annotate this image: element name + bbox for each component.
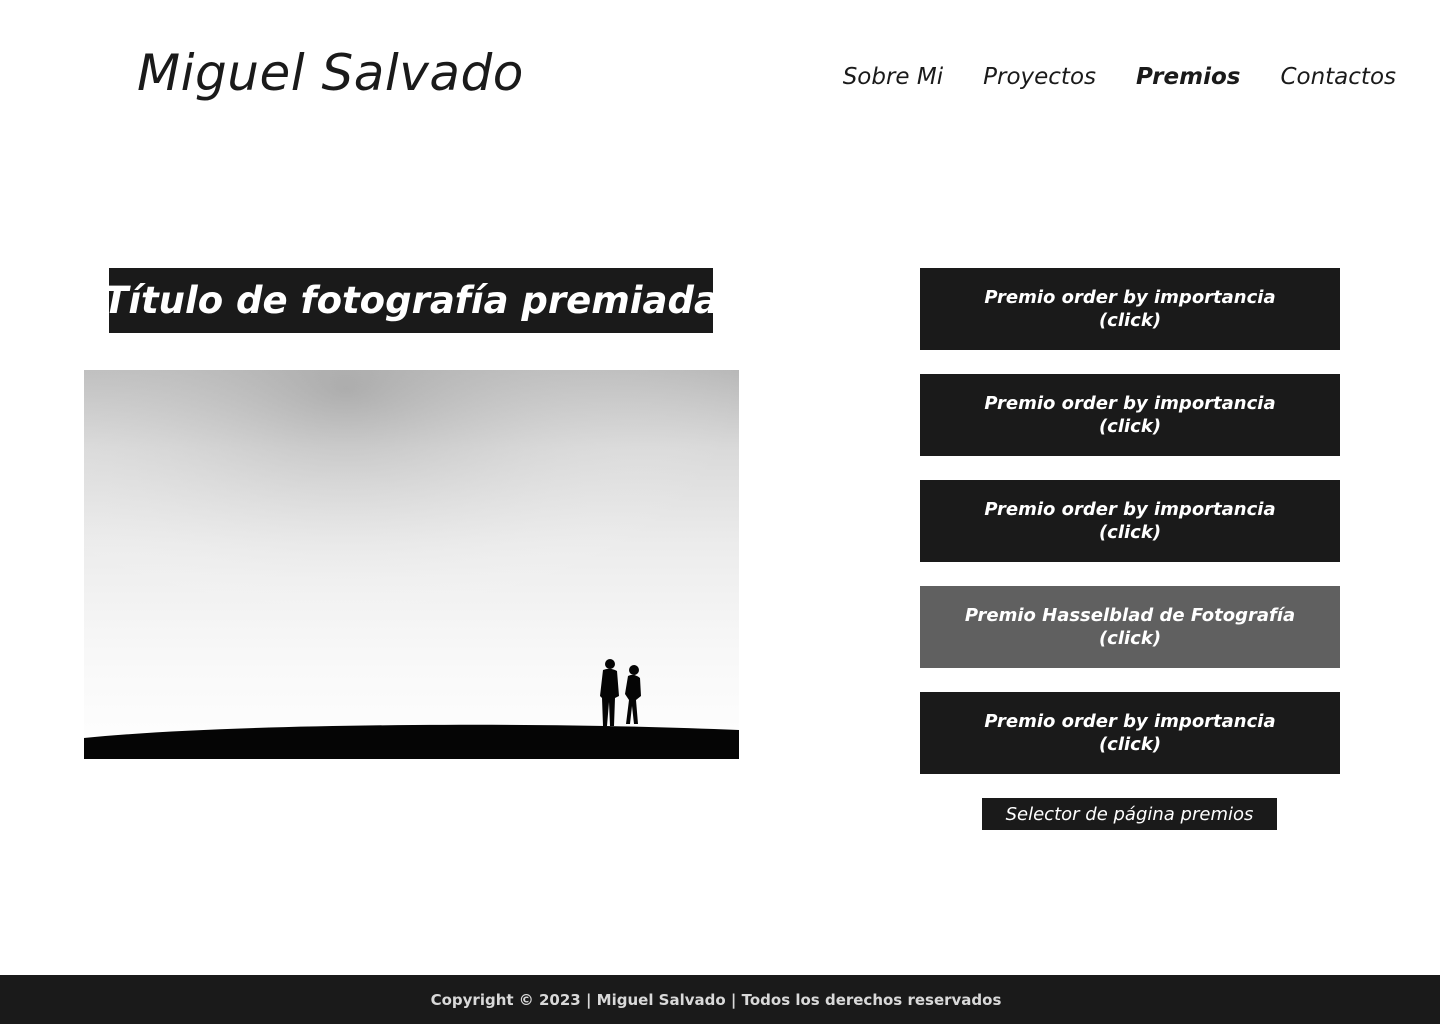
award-click-hint: (click) — [1098, 628, 1162, 649]
nav-link-contactos[interactable]: Contactos — [1280, 64, 1396, 90]
award-label: Premio order by importancia — [984, 499, 1276, 520]
awards-page-selector[interactable]: Selector de página premios — [982, 798, 1277, 830]
award-button-hasselblad[interactable]: Premio Hasselblad de Fotografía (click) — [920, 586, 1340, 668]
award-button[interactable]: Premio order by importancia (click) — [920, 374, 1340, 456]
award-button[interactable]: Premio order by importancia (click) — [920, 692, 1340, 774]
page: Miguel Salvado Sobre Mi Proyectos Premio… — [0, 0, 1440, 1024]
award-button[interactable]: Premio order by importancia (click) — [920, 268, 1340, 350]
nav-link-premios[interactable]: Premios — [1136, 64, 1240, 90]
award-click-hint: (click) — [1098, 416, 1162, 437]
award-label: Premio Hasselblad de Fotografía — [964, 605, 1296, 626]
photo-silhouette-scene — [84, 370, 739, 759]
awards-list: Premio order by importancia (click) Prem… — [920, 268, 1340, 774]
nav-link-sobre-mi[interactable]: Sobre Mi — [843, 64, 943, 90]
award-click-hint: (click) — [1098, 310, 1162, 331]
award-label: Premio order by importancia — [984, 287, 1276, 308]
awarded-photo — [84, 370, 739, 759]
copyright-text: Copyright © 2023 | Miguel Salvado | Todo… — [430, 990, 1002, 1009]
site-logo[interactable]: Miguel Salvado — [137, 44, 524, 102]
nav-link-proyectos[interactable]: Proyectos — [983, 64, 1096, 90]
main-nav: Sobre Mi Proyectos Premios Contactos — [843, 64, 1396, 90]
award-label: Premio order by importancia — [984, 711, 1276, 732]
footer: Copyright © 2023 | Miguel Salvado | Todo… — [0, 975, 1440, 1024]
awarded-photo-title: Título de fotografía premiada — [103, 268, 719, 333]
award-label: Premio order by importancia — [984, 393, 1276, 414]
award-button[interactable]: Premio order by importancia (click) — [920, 480, 1340, 562]
award-click-hint: (click) — [1098, 734, 1162, 755]
award-click-hint: (click) — [1098, 522, 1162, 543]
